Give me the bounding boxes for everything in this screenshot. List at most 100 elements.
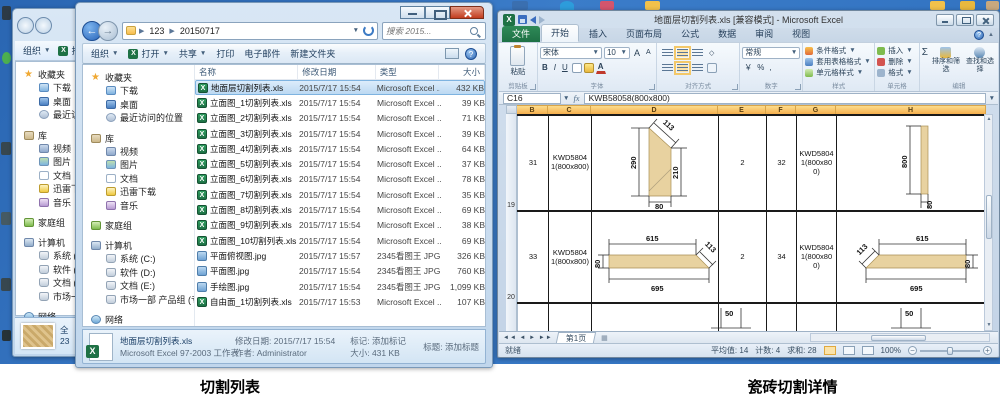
percent-format-icon[interactable]: % (757, 63, 764, 72)
forward-button[interactable]: → (98, 21, 118, 41)
forward-button[interactable] (35, 17, 52, 34)
file-row[interactable]: X立面图_6切割列表.xls 2015/7/17 15:54 Microsoft… (195, 172, 485, 187)
orientation-icon[interactable]: ◇ (707, 48, 716, 58)
cell-g19[interactable]: KWD58041(800x800) (797, 114, 836, 210)
cell-g20[interactable]: KWD58041(800x800) (797, 211, 836, 302)
autosum-button[interactable]: Σ (922, 47, 928, 58)
organize-button[interactable]: 组织▼ (91, 47, 118, 60)
format-as-table-button[interactable]: 套用表格格式▼ (805, 56, 872, 67)
desktop-icon[interactable] (1, 212, 11, 225)
column-header-type[interactable]: 类型 (376, 65, 440, 79)
refresh-icon[interactable] (363, 25, 374, 36)
name-box[interactable]: C16 (503, 93, 561, 104)
help-icon[interactable]: ? (974, 30, 984, 40)
search-box[interactable] (382, 22, 486, 40)
sidebar-item[interactable]: 迅雷下载 (91, 185, 194, 199)
font-name-select[interactable]: 宋体▼ (540, 47, 602, 59)
dialog-launcher-icon[interactable] (530, 84, 536, 90)
desktop-icon[interactable] (560, 1, 574, 10)
desktop-icon[interactable] (1, 278, 11, 291)
expand-formula-bar-icon[interactable]: ▼ (989, 95, 995, 102)
redo-icon[interactable] (539, 16, 545, 24)
network-group[interactable]: 网络 (91, 313, 194, 326)
underline-button[interactable]: U (560, 62, 570, 73)
file-row[interactable]: X立面图_8切割列表.xls 2015/7/17 15:54 Microsoft… (195, 202, 485, 217)
file-row[interactable]: X地面层切割列表.xls 2015/7/17 15:54 Microsoft E… (195, 80, 485, 95)
delete-cells-button[interactable]: 删除▼ (877, 56, 917, 67)
format-cells-button[interactable]: 格式▼ (877, 67, 917, 78)
find-select-button[interactable]: 查找和选择 (964, 47, 996, 74)
dialog-launcher-icon[interactable] (649, 84, 655, 90)
cell-f19[interactable]: 32 (767, 114, 796, 210)
sidebar-item[interactable]: 软件 (D:) (91, 266, 194, 280)
vertical-scrollbar[interactable]: ▲ ▼ (984, 114, 993, 331)
cell-c20[interactable]: KWD58041(800x800) (549, 211, 591, 302)
column-header[interactable]: G (796, 105, 836, 114)
tab-file[interactable]: 文件 (502, 26, 540, 42)
align-right-icon[interactable] (692, 64, 703, 72)
file-row[interactable]: X立面图_2切割列表.xls 2015/7/17 15:54 Microsoft… (195, 111, 485, 126)
open-button[interactable]: X打开▼ (128, 47, 168, 60)
desktop-icon[interactable] (2, 6, 11, 20)
organize-button[interactable]: 组织▼ (23, 44, 50, 57)
address-dropdown-icon[interactable]: ▼ (353, 27, 359, 34)
desktop-icon[interactable] (1, 142, 11, 155)
worksheet-grid[interactable]: 19 20 31 KWD58041(800x800) 2 32 KWD58041… (506, 114, 986, 331)
insert-cells-button[interactable]: 插入▼ (877, 45, 917, 56)
sidebar-item[interactable]: 图片 (91, 158, 194, 172)
back-button[interactable] (17, 17, 34, 34)
column-header-date[interactable]: 修改日期 (298, 65, 375, 79)
breadcrumb[interactable]: 123 (147, 26, 166, 36)
file-row[interactable]: X立面图_1切割列表.xls 2015/7/17 15:54 Microsoft… (195, 95, 485, 110)
scrollbar-thumb[interactable] (986, 195, 992, 239)
desktop-icon[interactable] (2, 330, 11, 341)
shrink-font-button[interactable]: A (644, 48, 653, 57)
sidebar-item[interactable]: 文档 (91, 172, 194, 186)
align-bottom-icon[interactable] (692, 49, 703, 57)
cell-b19[interactable]: 31 (518, 114, 548, 210)
share-button[interactable]: 共享▼ (179, 47, 206, 60)
name-box-dropdown-icon[interactable]: ▼ (563, 95, 569, 102)
row-header[interactable]: 19 (506, 114, 517, 211)
search-input[interactable] (386, 26, 470, 36)
ribbon-tab[interactable]: 视图 (783, 26, 819, 42)
ribbon-tab[interactable]: 开始 (541, 24, 579, 42)
sort-filter-button[interactable]: 排序和筛选 (930, 47, 962, 74)
homegroup-group[interactable]: 家庭组 (91, 219, 194, 232)
favorites-group[interactable]: ★收藏夹 (91, 71, 194, 84)
zoom-knob[interactable] (947, 347, 953, 355)
maximize-button[interactable] (956, 14, 974, 26)
file-row[interactable]: X立面图_9切割列表.xls 2015/7/17 15:54 Microsoft… (195, 218, 485, 233)
minimize-ribbon-icon[interactable]: ▲ (988, 32, 994, 38)
row-header[interactable]: 20 (506, 211, 517, 303)
page-break-view-button[interactable] (862, 346, 874, 355)
align-middle-icon[interactable] (677, 49, 688, 57)
select-all-corner[interactable] (506, 105, 517, 114)
dialog-launcher-icon[interactable] (732, 84, 738, 90)
number-format-select[interactable]: 常规▼ (742, 47, 800, 59)
file-row[interactable]: X自由面_1切割列表.xls 2015/7/17 15:53 Microsoft… (195, 294, 485, 309)
formula-input[interactable]: KWB58058(800x800) (584, 93, 986, 104)
sidebar-item[interactable]: 系统 (C:) (91, 252, 194, 266)
scroll-up-icon[interactable]: ▲ (985, 115, 993, 124)
sheet-nav-buttons[interactable]: ◄◄ ◄ ► ►► (499, 335, 557, 341)
file-row[interactable]: X立面图_5切割列表.xls 2015/7/17 15:54 Microsoft… (195, 156, 485, 171)
comma-format-icon[interactable]: , (769, 63, 771, 72)
scroll-down-icon[interactable]: ▼ (985, 321, 993, 330)
maximize-button[interactable] (425, 6, 450, 19)
save-icon[interactable] (518, 15, 527, 24)
currency-format-icon[interactable]: ￥ (744, 62, 752, 73)
fill-color-icon[interactable] (584, 63, 594, 73)
change-view-button[interactable] (445, 48, 459, 59)
file-row[interactable]: X立面图_7切割列表.xls 2015/7/17 15:54 Microsoft… (195, 187, 485, 202)
align-center-icon[interactable] (677, 64, 688, 72)
cell-e20[interactable]: 2 (719, 211, 766, 302)
column-header[interactable]: C (548, 105, 591, 114)
row-header[interactable] (506, 303, 517, 331)
tags-value[interactable]: 添加标记 (372, 336, 406, 346)
sidebar-item[interactable]: 最近访问的位置 (91, 111, 194, 125)
conditional-formatting-button[interactable]: 条件格式▼ (805, 45, 872, 56)
zoom-slider[interactable]: − + (908, 346, 992, 355)
column-header[interactable]: D (591, 105, 718, 114)
column-header[interactable]: E (718, 105, 766, 114)
